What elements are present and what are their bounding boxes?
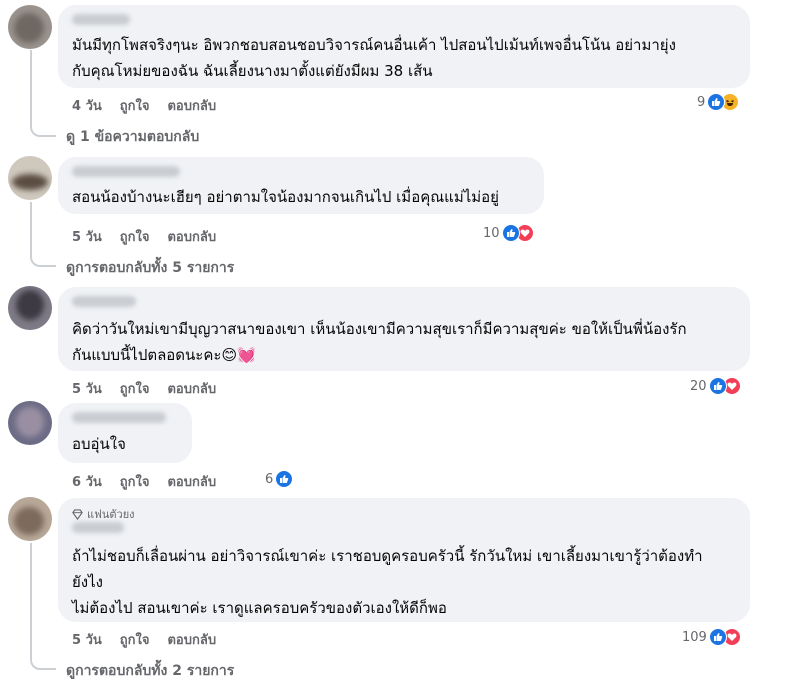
comment-time[interactable]: 5 วัน [72, 230, 102, 245]
top-fan-label: แฟนตัวยง [87, 508, 135, 521]
commenter-name[interactable] [72, 166, 180, 177]
reply-button[interactable]: ตอบกลับ [167, 633, 216, 648]
like-button[interactable]: ถูกใจ [120, 99, 150, 114]
avatar[interactable] [8, 497, 52, 541]
thread-line [30, 543, 56, 670]
comment-text-line: สอนน้องบ้างนะเฮียๆ อย่าตามใจน้องมากจนเกิ… [72, 188, 499, 206]
avatar[interactable] [8, 401, 52, 445]
comment-text-line: คิดว่าวันใหม่เขามีบุญวาสนาของเขา เห็นน้อ… [72, 320, 687, 338]
reaction-count: 9 [697, 94, 706, 110]
like-button[interactable]: ถูกใจ [120, 475, 150, 490]
comment-actions: 5 วัน ถูกใจ ตอบกลับ [72, 629, 234, 650]
comment-text-line: กับคุณโหม่ยของฉัน ฉันเลี้ยงนางมาตั้งแต่ย… [72, 62, 433, 80]
like-button[interactable]: ถูกใจ [120, 633, 150, 648]
view-replies-link[interactable]: ดู 1 ข้อความตอบกลับ [66, 126, 199, 148]
thread-line [30, 50, 56, 137]
thread-line [30, 202, 56, 267]
top-fan-badge: แฟนตัวยง [72, 505, 135, 523]
like-icon [708, 377, 727, 395]
comment-text-line: ถ้าไม่ชอบก็เลื่อนผ่าน อย่าวิจารณ์เขาค่ะ … [72, 547, 703, 565]
reaction-summary[interactable]: 20 [690, 377, 741, 395]
reply-button[interactable]: ตอบกลับ [167, 475, 216, 490]
comment-actions: 5 วัน ถูกใจ ตอบกลับ [72, 226, 234, 247]
reaction-count: 109 [682, 629, 707, 645]
avatar[interactable] [8, 156, 52, 200]
comment-text-line: กันแบบนี้ไปตลอดนะคะ😊💓 [72, 346, 256, 364]
comment-time[interactable]: 4 วัน [72, 99, 102, 114]
commenter-name[interactable] [72, 14, 130, 25]
commenter-name[interactable] [72, 296, 136, 307]
comment-actions: 6 วัน ถูกใจ ตอบกลับ [72, 471, 234, 492]
like-icon [275, 470, 294, 488]
comment-time[interactable]: 5 วัน [72, 633, 102, 648]
comment-bubble: แฟนตัวยง ถ้าไม่ชอบก็เลื่อนผ่าน อย่าวิจาร… [58, 498, 750, 622]
comment-time[interactable]: 6 วัน [72, 475, 102, 490]
reaction-summary[interactable]: 10 [483, 224, 534, 242]
comment-text-line: มันมีทุกโพสจริงๆนะ อิพวกชอบสอนชอบวิจารณ์… [72, 36, 676, 54]
comment-actions: 4 วัน ถูกใจ ตอบกลับ [72, 95, 234, 116]
view-replies-link[interactable]: ดูการตอบกลับทั้ง 5 รายการ [66, 257, 234, 279]
reaction-summary[interactable]: 109 [682, 628, 741, 646]
comment-bubble: สอนน้องบ้างนะเฮียๆ อย่าตามใจน้องมากจนเกิ… [58, 157, 544, 214]
comment-text-line: อบอุ่นใจ [72, 435, 126, 453]
reaction-summary[interactable]: 6 [265, 470, 294, 488]
reply-button[interactable]: ตอบกลับ [167, 99, 216, 114]
comment-bubble: มันมีทุกโพสจริงๆนะ อิพวกชอบสอนชอบวิจารณ์… [58, 5, 750, 88]
comment-bubble: คิดว่าวันใหม่เขามีบุญวาสนาของเขา เห็นน้อ… [58, 287, 750, 371]
like-icon [708, 628, 727, 646]
reaction-summary[interactable]: 9 [697, 93, 740, 111]
comment-actions: 5 วัน ถูกใจ ตอบกลับ [72, 378, 234, 399]
avatar[interactable] [8, 5, 52, 49]
avatar[interactable] [8, 286, 52, 330]
comment-text-line: ยังไง [72, 573, 103, 591]
like-icon [501, 224, 520, 242]
like-button[interactable]: ถูกใจ [120, 230, 150, 245]
reaction-count: 10 [483, 225, 500, 241]
comment-text-line: ไม่ต้องไป สอนเขาค่ะ เราดูแลครอบครัวของตั… [72, 599, 447, 617]
comment-time[interactable]: 5 วัน [72, 382, 102, 397]
like-button[interactable]: ถูกใจ [120, 382, 150, 397]
commenter-name[interactable] [72, 412, 166, 423]
comment-bubble: อบอุ่นใจ [58, 403, 192, 463]
commenter-name[interactable] [72, 522, 124, 533]
reaction-count: 20 [690, 378, 707, 394]
view-replies-link[interactable]: ดูการตอบกลับทั้ง 2 รายการ [66, 660, 234, 682]
reaction-count: 6 [265, 471, 274, 487]
reply-button[interactable]: ตอบกลับ [167, 230, 216, 245]
reply-button[interactable]: ตอบกลับ [167, 382, 216, 397]
diamond-icon [72, 508, 83, 520]
